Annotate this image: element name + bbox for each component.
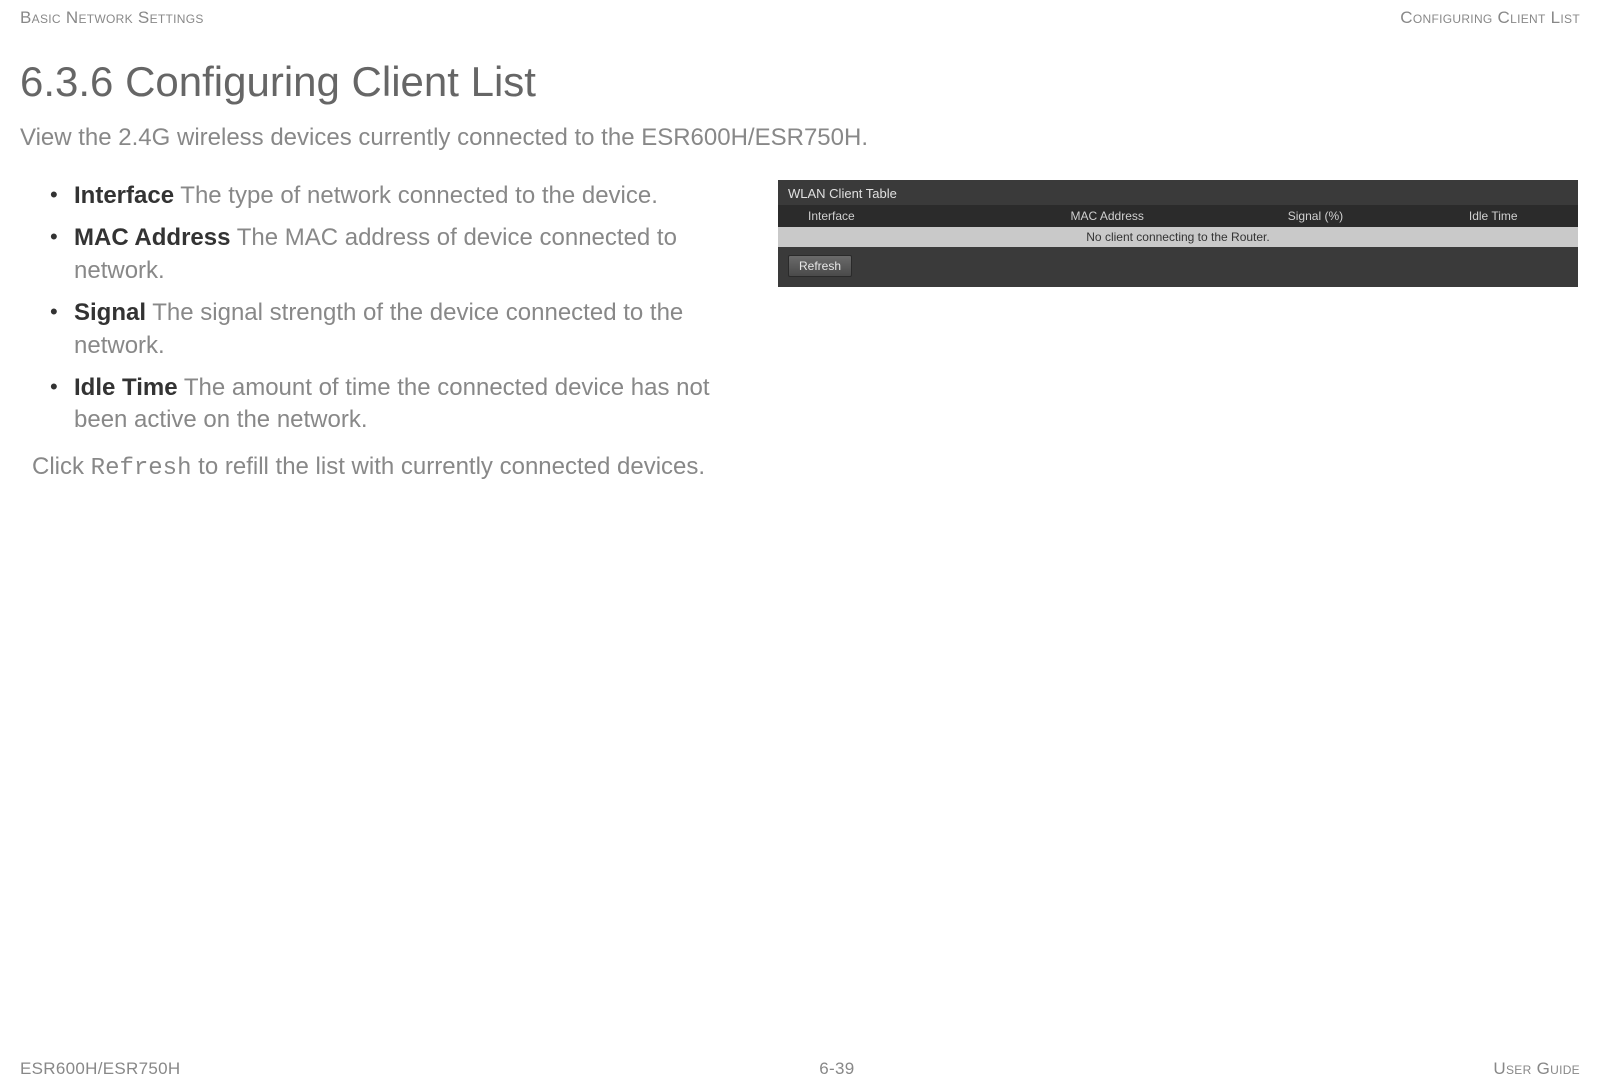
wlan-panel-title: WLAN Client Table [778,180,1578,205]
footer-right: User Guide [1493,1059,1580,1079]
definition-desc: The signal strength of the device connec… [74,299,683,358]
page-footer: ESR600H/ESR750H 6-39 User Guide [0,1059,1600,1079]
definition-list: Interface The type of network connected … [20,180,760,437]
refresh-code: Refresh [91,455,192,482]
main-content: 6.3.6 Configuring Client List View the 2… [0,28,1600,485]
right-column: WLAN Client Table Interface MAC Address … [778,180,1580,485]
refresh-button[interactable]: Refresh [788,255,852,277]
definition-term: Idle Time [74,374,178,401]
definition-item-signal: Signal The signal strength of the device… [50,297,760,362]
definition-term: Interface [74,182,174,209]
definition-term: Signal [74,299,146,326]
empty-message: No client connecting to the Router. [778,227,1578,247]
section-title: 6.3.6 Configuring Client List [20,58,1580,106]
left-column: Interface The type of network connected … [20,180,760,485]
refresh-instruction: Click Refresh to refill the list with cu… [20,451,760,485]
table-empty-row: No client connecting to the Router. [778,227,1578,247]
wlan-client-table-panel: WLAN Client Table Interface MAC Address … [778,180,1578,287]
refresh-prefix: Click [32,453,91,480]
column-header-signal: Signal (%) [1222,205,1408,227]
refresh-suffix: to refill the list with currently connec… [192,453,706,480]
definition-item-mac-address: MAC Address The MAC address of device co… [50,222,760,287]
definition-item-interface: Interface The type of network connected … [50,180,760,212]
table-header-row: Interface MAC Address Signal (%) Idle Ti… [778,205,1578,227]
definition-term: MAC Address [74,224,230,251]
column-header-mac-address: MAC Address [992,205,1222,227]
header-right: Configuring Client List [1400,8,1580,28]
two-column-layout: Interface The type of network connected … [20,180,1580,485]
footer-left: ESR600H/ESR750H [20,1059,180,1079]
footer-page-number: 6-39 [819,1059,854,1079]
section-intro: View the 2.4G wireless devices currently… [20,124,1580,152]
wlan-panel-footer: Refresh [778,247,1578,287]
header-left: Basic Network Settings [20,8,204,28]
page-header: Basic Network Settings Configuring Clien… [0,0,1600,28]
definition-item-idle-time: Idle Time The amount of time the connect… [50,372,760,437]
definition-desc: The type of network connected to the dev… [174,182,658,209]
wlan-client-table: Interface MAC Address Signal (%) Idle Ti… [778,205,1578,247]
column-header-interface: Interface [778,205,992,227]
column-header-idle-time: Idle Time [1408,205,1578,227]
